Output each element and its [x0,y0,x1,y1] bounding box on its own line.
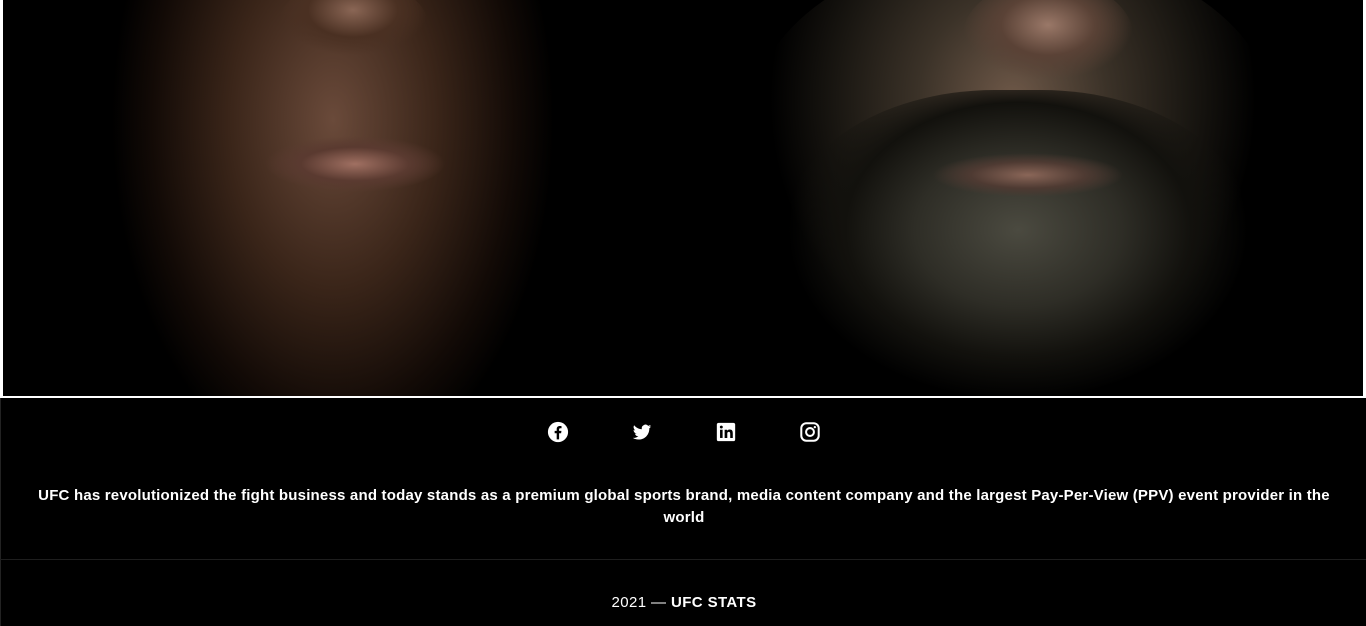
fighter-left-nose [278,0,428,70]
copyright-brand[interactable]: UFC STATS [671,594,757,611]
fighter-right-beard [783,90,1253,396]
hero-banner [0,0,1366,398]
twitter-link[interactable] [630,420,654,444]
copyright-year: 2021 — [611,594,671,611]
copyright: 2021 — UFC STATS [1,594,1366,611]
footer-main: UFC has revolutionized the fight busines… [0,398,1366,559]
fighter-right-lips [933,150,1123,200]
linkedin-icon [716,422,736,442]
facebook-link[interactable] [546,420,570,444]
linkedin-link[interactable] [714,420,738,444]
social-links [1,420,1366,444]
twitter-icon [632,424,652,440]
footer-tagline: UFC has revolutionized the fight busines… [38,487,1330,526]
footer-bottom: 2021 — UFC STATS [0,560,1366,626]
hero-image [3,0,1363,396]
instagram-link[interactable] [798,420,822,444]
instagram-icon [800,422,820,442]
facebook-icon [547,421,569,443]
fighter-left-lips [265,132,445,192]
